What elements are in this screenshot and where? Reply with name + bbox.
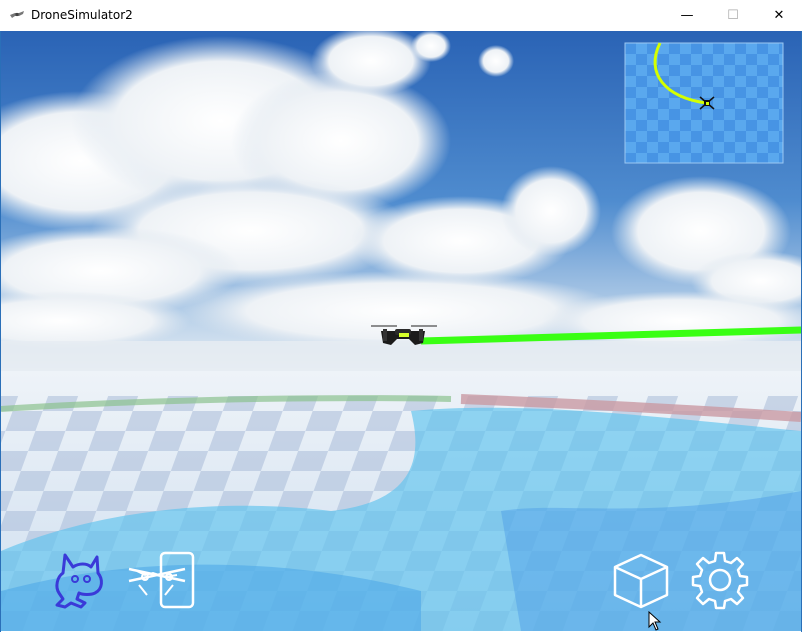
scene: [1, 31, 801, 631]
cube-icon[interactable]: [609, 549, 671, 611]
minimap: [624, 42, 784, 164]
minimize-button[interactable]: —: [664, 0, 710, 31]
maximize-button[interactable]: ☐: [710, 0, 756, 31]
scratch-cat-icon[interactable]: [51, 549, 107, 611]
drone-card-icon[interactable]: [125, 551, 197, 611]
close-button[interactable]: ✕: [756, 0, 802, 31]
simulation-viewport[interactable]: [1, 31, 801, 631]
title-bar: DroneSimulator2 — ☐ ✕: [0, 0, 802, 32]
drone-icon: [10, 11, 24, 18]
window-title: DroneSimulator2: [31, 8, 133, 22]
gear-icon[interactable]: [689, 549, 751, 611]
mouse-cursor-icon: [648, 611, 662, 631]
